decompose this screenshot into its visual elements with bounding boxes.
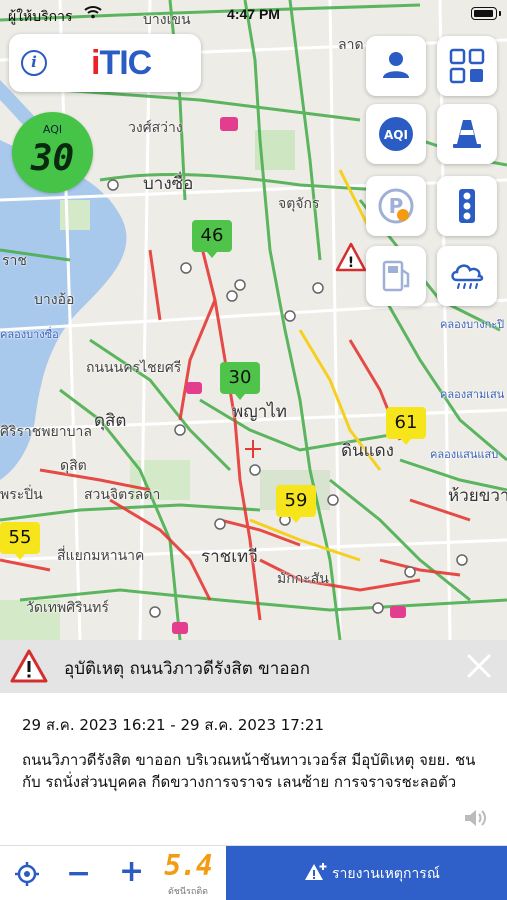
weather-button[interactable] [437, 246, 497, 306]
status-bar: ผู้ให้บริการ 4:47 PM [0, 0, 507, 30]
map-label-lad: ลาด [338, 37, 364, 53]
incident-body: 29 ส.ค. 2023 16:21 - 29 ส.ค. 2023 17:21 … [0, 693, 507, 845]
info-icon[interactable]: i [21, 50, 47, 76]
clock: 4:47 PM [227, 6, 280, 22]
grid-menu-icon [449, 48, 485, 84]
incident-header: อุบัติเหตุ ถนนวิภาวดีรังสิต ขาออก [0, 640, 507, 693]
map-label-khlong-bang-sue: คลองบางซื่อ [0, 328, 59, 341]
traffic-cone-icon [453, 120, 481, 148]
map-label-wong-sawang: วงศ์สว่าง [128, 120, 183, 136]
aqi-badge-value: 30 [30, 138, 75, 179]
map-label-makkasan: มักกะสัน [277, 571, 329, 587]
aqi-marker[interactable]: 59 [276, 485, 316, 523]
map-label-ratchathewi: ราชเทวี [201, 547, 258, 567]
aqi-marker[interactable]: 61 [386, 407, 426, 445]
close-icon[interactable] [465, 652, 493, 680]
map-label-saen-saep: สี่แยกมหานาค [57, 548, 145, 564]
map-label-dusit-2: ดุสิต [60, 458, 87, 474]
map-label-phra-pin: พระปิ่น [0, 487, 43, 503]
incident-time-range: 29 ส.ค. 2023 16:21 - 29 ส.ค. 2023 17:21 [22, 716, 324, 734]
map-label-chatuchak: จตุจักร [278, 196, 320, 212]
battery-icon [471, 7, 501, 20]
map-label-dusit: ดุสิต [94, 411, 127, 431]
map-label-bang-sue: บางซื่อ [143, 174, 194, 194]
traffic-light-icon [459, 189, 475, 223]
map-label-nakhon-chai-si: ถนนนครไชยศรี [86, 360, 182, 376]
map-label-suan-chit: สวนจิตรลดา [84, 487, 161, 503]
svg-text:!: ! [348, 255, 354, 271]
traffic-light-button[interactable] [437, 176, 497, 236]
rain-cloud-icon [451, 264, 484, 289]
report-warning-icon [305, 863, 327, 880]
header-card: i iTIC [9, 34, 201, 92]
aqi-badge[interactable]: AQI 30 [12, 112, 93, 193]
zoom-out-button[interactable]: − [66, 856, 91, 891]
menu-button[interactable] [437, 36, 497, 96]
map-label-ratchathewi-top: ราช [2, 253, 27, 269]
profile-icon [383, 52, 409, 78]
road-work-button[interactable] [437, 104, 497, 164]
report-incident-label: รายงานเหตุการณ์ [332, 866, 440, 882]
gas-station-icon [382, 260, 410, 292]
parking-button[interactable]: P [366, 176, 426, 236]
aqi-badge-label: AQI [42, 123, 63, 136]
map-label-din-daeng: ดินแดง [341, 441, 394, 461]
map-label-huai-khwang: ห้วยขวา [448, 486, 507, 506]
profile-button[interactable] [366, 36, 426, 96]
gas-station-button[interactable] [366, 246, 426, 306]
aqi-marker[interactable]: 46 [192, 220, 232, 258]
traffic-index-label: ดัชนีรถติด [167, 887, 209, 897]
zoom-in-button[interactable]: + [119, 854, 144, 889]
speaker-icon[interactable] [463, 807, 489, 829]
map-label-khlong-bang-kapi: คลองบางกะปิ [440, 318, 505, 331]
incident-title: อุบัติเหตุ ถนนวิภาวดีรังสิต ขาออก [64, 659, 311, 679]
map-label-bang-o: บางอ้อ [34, 292, 75, 308]
report-incident-button[interactable]: รายงานเหตุการณ์ [226, 846, 507, 900]
itic-logo: iTIC [91, 44, 152, 82]
aqi-marker[interactable]: 30 [220, 362, 260, 400]
bottom-bar: − + 5.4 ดัชนีรถติด รายงานเหตุการณ์ [0, 845, 507, 900]
parking-icon: P [378, 188, 414, 224]
aqi-marker[interactable]: 55 [0, 522, 40, 560]
traffic-map[interactable]: ! บางเขน ลาด วงศ์สว่าง บางซื่อ จตุจักร ร… [0, 0, 507, 640]
svg-text:AQI: AQI [384, 128, 408, 142]
incident-description: ถนนวิภาวดีรังสิต ขาออก บริเวณหน้าชันทาวเ… [22, 751, 476, 791]
aqi-icon: AQI [379, 117, 413, 151]
aqi-layer-button[interactable]: AQI [366, 104, 426, 164]
map-label-khlong-samsen: คลองสามเสน [440, 388, 505, 401]
map-label-phaya-thai: พญาไท [232, 402, 287, 422]
map-label-khlong-saen-saep: คลองแสนแสบ [430, 448, 499, 461]
traffic-index-value: 5.4 [164, 849, 213, 882]
map-label-wat-thep: วัดเทพศิรินทร์ [26, 600, 109, 616]
warning-icon [10, 649, 48, 683]
locate-me-icon[interactable] [14, 861, 40, 887]
map-label-siriraj: ศิริราชพยาบาล [0, 424, 92, 440]
